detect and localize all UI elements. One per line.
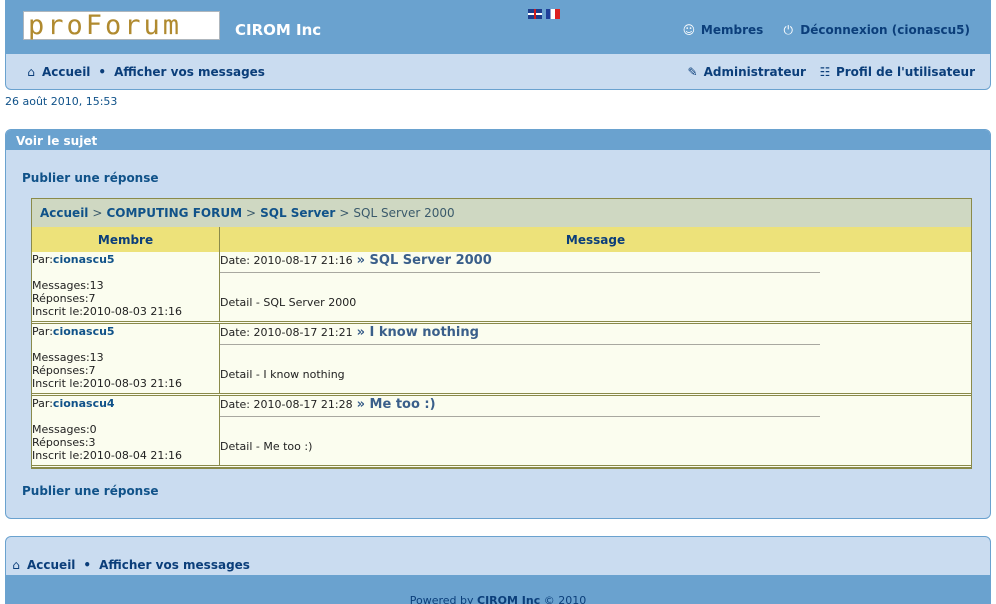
post-author-info: Par:cionascu5 Messages:13 Réponses:7 Ins… xyxy=(32,324,220,393)
post-body: Detail - I know nothing xyxy=(220,368,345,381)
post-reply-button-top[interactable]: Publier une réponse xyxy=(22,171,159,185)
post-author-info: Par:cionascu5 Messages:13 Réponses:7 Ins… xyxy=(32,252,220,321)
post-row: Par:cionascu4 Messages:0 Réponses:3 Insc… xyxy=(32,396,971,468)
power-icon: ⏻ xyxy=(783,22,794,37)
breadcrumb-home[interactable]: Accueil xyxy=(40,206,88,220)
post-reply-button-bottom[interactable]: Publier une réponse xyxy=(22,484,159,498)
post-row: Par:cionascu5 Messages:13 Réponses:7 Ins… xyxy=(32,252,971,324)
footer-bullet: • xyxy=(83,558,92,572)
author-joined-date: Inscrit le:2010-08-03 21:16 xyxy=(32,305,183,318)
nav-left: ⌂ Accueil • Afficher vos messages xyxy=(24,65,265,79)
header-navbar: ⌂ Accueil • Afficher vos messages ✎ Admi… xyxy=(6,54,990,89)
profile-label: Profil de l'utilisateur xyxy=(835,65,975,79)
admin-link[interactable]: ✎ Administrateur xyxy=(686,65,806,79)
author-messages-count: Messages:13 xyxy=(32,279,104,292)
breadcrumb-sep: > xyxy=(246,206,257,220)
nav-home-label: Accueil xyxy=(42,65,91,79)
post-body: Detail - Me too :) xyxy=(220,440,313,453)
logo-text: proForum xyxy=(28,10,183,41)
site-footer: ⌂ Accueil • Afficher vos messages Powere… xyxy=(5,536,991,604)
author-link[interactable]: cionascu4 xyxy=(53,397,115,410)
members-link[interactable]: ☺ Membres xyxy=(682,23,764,37)
author-messages-count: Messages:13 xyxy=(32,351,104,364)
author-joined-date: Inscrit le:2010-08-03 21:16 xyxy=(32,377,183,390)
logout-label: Déconnexion (cionascu5) xyxy=(800,23,970,37)
footer-messages-label: Afficher vos messages xyxy=(99,558,250,572)
author-joined-date: Inscrit le:2010-08-04 21:16 xyxy=(32,449,183,462)
post-date: Date: 2010-08-17 21:16 xyxy=(220,254,353,267)
logout-link[interactable]: ⏻ Déconnexion (cionascu5) xyxy=(781,22,970,38)
post-title: » Me too :) xyxy=(356,397,436,412)
footer-messages-link[interactable]: Afficher vos messages xyxy=(99,558,250,572)
header-top-bar: proForum CIROM Inc ☺ Membres ⏻ Déconnexi… xyxy=(6,1,990,54)
members-icon: ☺ xyxy=(682,23,696,37)
author-link[interactable]: cionascu5 xyxy=(53,325,115,338)
panel-title: Voir le sujet xyxy=(6,130,990,150)
breadcrumb-sep: > xyxy=(92,206,103,220)
post-message: Date: 2010-08-17 21:21 » I know nothing … xyxy=(220,324,971,393)
breadcrumb-category[interactable]: SQL Server xyxy=(260,206,335,220)
nav-right: ✎ Administrateur ☷ Profil de l'utilisate… xyxy=(686,65,975,79)
topic-panel: Voir le sujet Publier une réponse Accuei… xyxy=(5,129,991,519)
powered-brand-link[interactable]: CIROM Inc xyxy=(477,594,540,604)
post-date: Date: 2010-08-17 21:28 xyxy=(220,398,353,411)
author-link[interactable]: cionascu5 xyxy=(53,253,115,266)
post-header: Date: 2010-08-17 21:28 » Me too :) xyxy=(220,397,820,417)
post-body: Detail - SQL Server 2000 xyxy=(220,296,357,309)
language-flags xyxy=(528,9,560,19)
post-date: Date: 2010-08-17 21:21 xyxy=(220,326,353,339)
site-header: proForum CIROM Inc ☺ Membres ⏻ Déconnexi… xyxy=(5,0,991,90)
post-message: Date: 2010-08-17 21:16 » SQL Server 2000… xyxy=(220,252,971,321)
current-datetime: 26 août 2010, 15:53 xyxy=(5,95,118,108)
site-name: CIROM Inc xyxy=(235,21,322,39)
post-header: Date: 2010-08-17 21:21 » I know nothing xyxy=(220,325,820,345)
nav-messages-link[interactable]: Afficher vos messages xyxy=(114,65,265,79)
footer-nav: ⌂ Accueil • Afficher vos messages xyxy=(9,558,250,572)
powered-prefix: Powered by xyxy=(409,594,474,604)
nav-messages-label: Afficher vos messages xyxy=(114,65,265,79)
post-author-info: Par:cionascu4 Messages:0 Réponses:3 Insc… xyxy=(32,396,220,465)
post-title: » SQL Server 2000 xyxy=(356,253,492,268)
by-label: Par: xyxy=(32,253,53,266)
nav-home-link[interactable]: ⌂ Accueil xyxy=(24,65,90,79)
column-header-member: Membre xyxy=(32,227,220,252)
post-header: Date: 2010-08-17 21:16 » SQL Server 2000 xyxy=(220,253,820,273)
author-replies-count: Réponses:3 xyxy=(32,436,96,449)
author-messages-count: Messages:0 xyxy=(32,423,97,436)
home-icon: ⌂ xyxy=(12,558,20,572)
footer-credits: Powered by CIROM Inc © 2010 xyxy=(6,575,990,604)
table-header: Membre Message xyxy=(32,227,971,252)
breadcrumb: Accueil > COMPUTING FORUM > SQL Server >… xyxy=(32,199,971,227)
by-label: Par: xyxy=(32,325,53,338)
author-replies-count: Réponses:7 xyxy=(32,364,96,377)
breadcrumb-current: SQL Server 2000 xyxy=(353,206,455,220)
breadcrumb-sep: > xyxy=(339,206,350,220)
profile-link[interactable]: ☷ Profil de l'utilisateur xyxy=(818,65,975,79)
footer-home-label: Accueil xyxy=(27,558,76,572)
column-header-message: Message xyxy=(565,232,626,247)
nav-bullet: • xyxy=(98,65,107,79)
topic-table: Accueil > COMPUTING FORUM > SQL Server >… xyxy=(31,198,972,469)
home-icon: ⌂ xyxy=(27,65,35,79)
post-message: Date: 2010-08-17 21:28 » Me too :) Detai… xyxy=(220,396,971,465)
post-title: » I know nothing xyxy=(356,325,479,340)
admin-label: Administrateur xyxy=(703,65,806,79)
by-label: Par: xyxy=(32,397,53,410)
admin-icon: ✎ xyxy=(687,65,698,79)
post-row: Par:cionascu5 Messages:13 Réponses:7 Ins… xyxy=(32,324,971,396)
author-replies-count: Réponses:7 xyxy=(32,292,96,305)
footer-home-link[interactable]: ⌂ Accueil xyxy=(9,558,75,572)
powered-suffix: © 2010 xyxy=(543,594,587,604)
french-flag-icon[interactable] xyxy=(546,9,560,19)
site-logo[interactable]: proForum xyxy=(23,10,220,41)
english-flag-icon[interactable] xyxy=(528,9,542,19)
top-user-links: ☺ Membres ⏻ Déconnexion (cionascu5) xyxy=(682,22,970,38)
breadcrumb-forum[interactable]: COMPUTING FORUM xyxy=(106,206,242,220)
members-label: Membres xyxy=(700,23,764,37)
profile-icon: ☷ xyxy=(819,65,831,79)
